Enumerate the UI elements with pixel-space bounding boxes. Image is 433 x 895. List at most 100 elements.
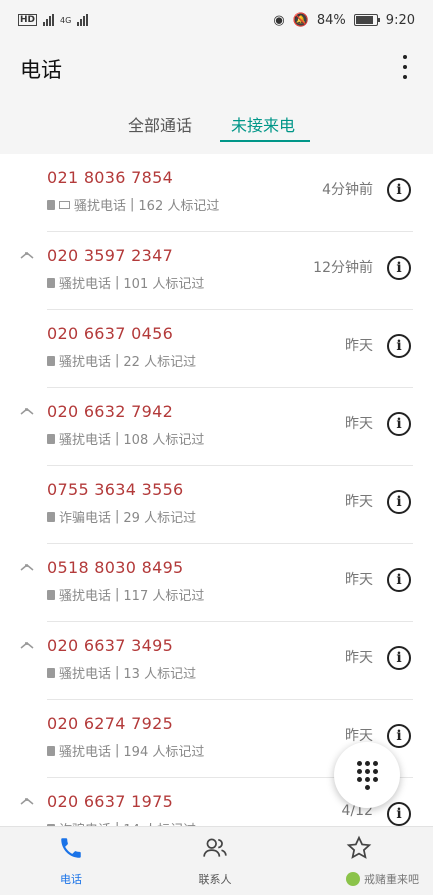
- nav-favorites[interactable]: [314, 835, 404, 865]
- call-time: 昨天: [345, 494, 373, 510]
- missed-call-icon: [20, 252, 34, 259]
- call-row[interactable]: 020 6637 3495 骚扰电话 | 13 人标记过 昨天 i: [0, 622, 433, 700]
- call-list[interactable]: 021 8036 7854 骚扰电话 | 162 人标记过 4分钟前 i 020 3597 …: [0, 154, 433, 826]
- tab-missed-calls[interactable]: 未接来电: [231, 112, 295, 136]
- network-type: 4G: [60, 15, 72, 25]
- mark-count: 108 人标记过: [123, 433, 205, 448]
- tab-all-calls[interactable]: 全部通话: [128, 112, 192, 136]
- mark-count: 194 人标记过: [123, 745, 205, 760]
- tag-separator: |: [115, 509, 120, 524]
- tag-separator: |: [115, 275, 120, 290]
- call-row[interactable]: 021 8036 7854 骚扰电话 | 162 人标记过 4分钟前 i: [0, 154, 433, 232]
- call-time: 昨天: [345, 572, 373, 588]
- signal-icon: [43, 14, 55, 26]
- call-tabs: 全部通话 未接来电: [0, 104, 433, 146]
- call-row[interactable]: 0755 3634 3556 诈骗电话 | 29 人标记过 昨天 i: [0, 466, 433, 544]
- star-icon: [346, 835, 372, 859]
- missed-call-icon: [20, 642, 34, 649]
- tag-separator: |: [115, 665, 120, 680]
- contacts-icon: [203, 838, 227, 857]
- tag-separator: |: [115, 743, 120, 758]
- bottom-nav: 电话 联系人 戒赌重来吧: [0, 826, 433, 895]
- call-time: 4分钟前: [322, 182, 373, 198]
- call-tag: 骚扰电话: [59, 667, 112, 682]
- call-time: 昨天: [345, 416, 373, 432]
- active-tab-indicator: [220, 140, 310, 142]
- status-right: ◉ 🔕 84% 9:20: [273, 13, 415, 28]
- call-tag: 骚扰电话: [59, 745, 112, 760]
- call-tag-line: 骚扰电话 | 101 人标记过: [47, 273, 204, 292]
- page-title: 电话: [20, 58, 62, 82]
- call-tag-line: 骚扰电话 | 22 人标记过: [47, 351, 196, 370]
- nav-phone[interactable]: 电话: [26, 835, 116, 887]
- info-icon[interactable]: i: [387, 334, 411, 358]
- call-tag-line: 骚扰电话 | 108 人标记过: [47, 429, 204, 448]
- info-icon[interactable]: i: [387, 412, 411, 436]
- tag-separator: |: [115, 353, 120, 368]
- phone-number: 0518 8030 8495: [47, 558, 184, 577]
- tag-separator: |: [130, 197, 135, 212]
- document-icon: [47, 433, 55, 444]
- call-tag: 骚扰电话: [74, 199, 127, 214]
- app-bar: 电话: [0, 40, 433, 96]
- tag-separator: |: [115, 587, 120, 602]
- nav-contacts[interactable]: 联系人: [170, 835, 260, 887]
- call-row[interactable]: 020 6637 0456 骚扰电话 | 22 人标记过 昨天 i: [0, 310, 433, 388]
- mark-count: 22 人标记过: [123, 355, 197, 370]
- phone-number: 020 6637 0456: [47, 324, 174, 343]
- phone-number: 020 6632 7942: [47, 402, 174, 421]
- info-icon[interactable]: i: [387, 178, 411, 202]
- phone-number: 020 6274 7925: [47, 714, 174, 733]
- missed-call-icon: [20, 798, 34, 805]
- battery-percent: 84%: [316, 12, 346, 28]
- mute-icon: 🔕: [292, 12, 309, 28]
- wechat-icon: [346, 872, 360, 886]
- mark-count: 162 人标记过: [138, 199, 220, 214]
- battery-icon: [353, 14, 380, 26]
- info-icon[interactable]: i: [387, 568, 411, 592]
- status-left: HD 4G: [18, 14, 89, 26]
- eye-icon: ◉: [273, 12, 285, 28]
- call-time: 昨天: [345, 650, 373, 666]
- info-icon[interactable]: i: [387, 724, 411, 748]
- call-tag-line: 骚扰电话 | 117 人标记过: [47, 585, 204, 604]
- mark-count: 117 人标记过: [123, 589, 205, 604]
- call-row[interactable]: 020 3597 2347 骚扰电话 | 101 人标记过 12分钟前 i: [0, 232, 433, 310]
- info-icon[interactable]: i: [387, 802, 411, 826]
- phone-number: 020 6637 1975: [47, 792, 174, 811]
- call-time: 昨天: [345, 338, 373, 354]
- info-icon[interactable]: i: [387, 646, 411, 670]
- call-tag: 诈骗电话: [59, 819, 111, 826]
- phone-number: 020 6637 3495: [47, 636, 174, 655]
- status-time: 9:20: [385, 12, 415, 28]
- call-tag: 骚扰电话: [59, 589, 112, 604]
- missed-call-icon: [20, 408, 34, 415]
- call-tag: 骚扰电话: [59, 433, 112, 448]
- mark-count: 13 人标记过: [123, 667, 197, 682]
- call-row[interactable]: 020 6632 7942 骚扰电话 | 108 人标记过 昨天 i: [0, 388, 433, 466]
- document-icon: [47, 511, 55, 522]
- watermark-text: 戒赌重来吧: [364, 873, 419, 886]
- dialpad-button[interactable]: [334, 742, 400, 808]
- phone-number: 0755 3634 3556: [47, 480, 184, 499]
- hd-icon: HD: [18, 14, 38, 26]
- mark-count: 14 人标记过: [123, 819, 196, 826]
- document-icon: [47, 355, 55, 366]
- phone-icon: [61, 838, 81, 858]
- call-tag: 骚扰电话: [59, 277, 112, 292]
- missed-call-icon: [20, 564, 34, 571]
- document-icon: [47, 589, 55, 600]
- call-row[interactable]: 0518 8030 8495 骚扰电话 | 117 人标记过 昨天 i: [0, 544, 433, 622]
- document-icon: [47, 745, 55, 756]
- dialpad-icon: [356, 760, 378, 790]
- watermark: 戒赌重来吧: [346, 871, 419, 887]
- document-icon: [47, 277, 55, 288]
- call-tag-line: 诈骗电话|14 人标记过: [47, 819, 196, 826]
- call-tag-line: 骚扰电话 | 194 人标记过: [47, 741, 204, 760]
- info-icon[interactable]: i: [387, 490, 411, 514]
- status-bar: HD 4G ◉ 🔕 84% 9:20: [0, 0, 433, 40]
- document-icon: [47, 199, 55, 210]
- tag-separator: |: [115, 431, 120, 446]
- more-options-icon[interactable]: [397, 52, 413, 82]
- info-icon[interactable]: i: [387, 256, 411, 280]
